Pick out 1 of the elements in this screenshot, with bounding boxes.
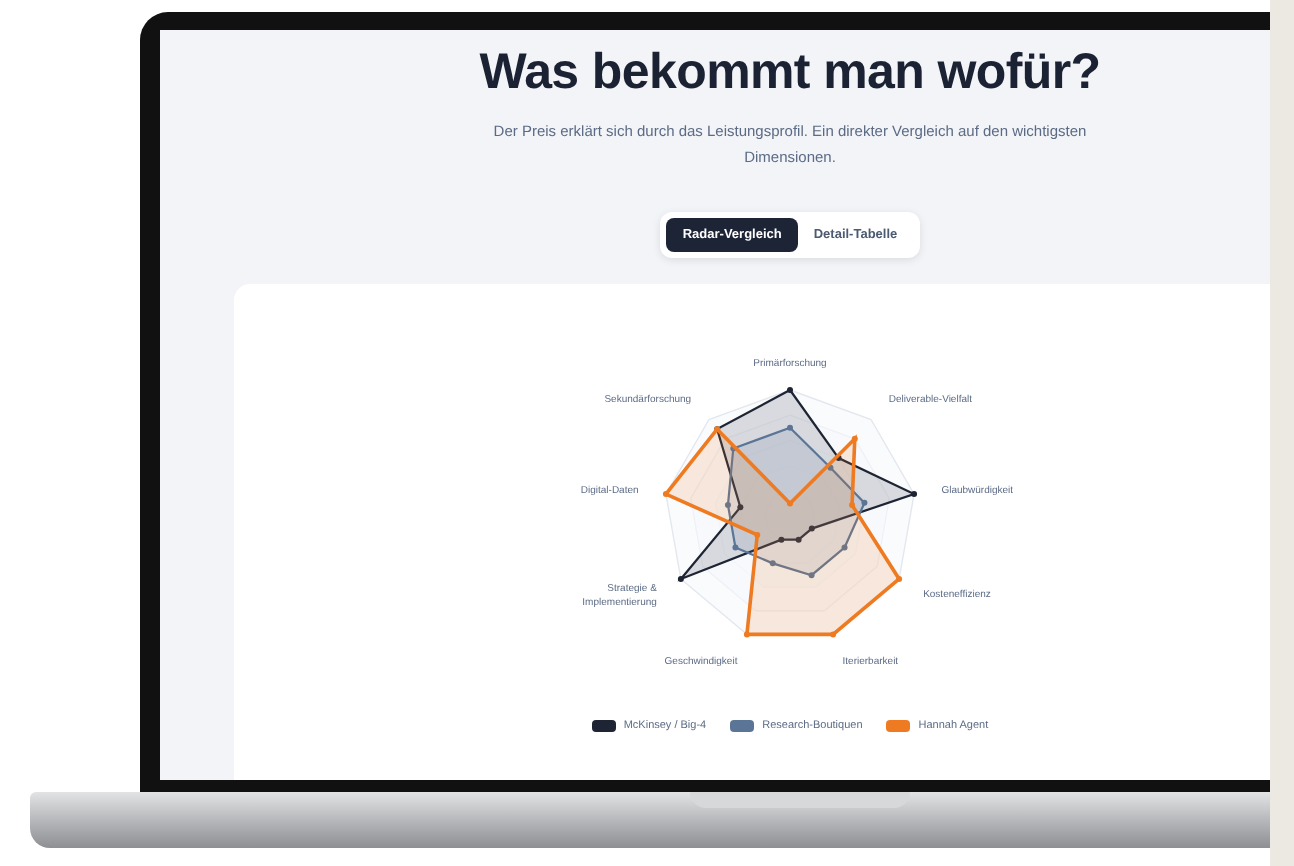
page-title: Was bekommt man wofür?	[479, 44, 1101, 102]
